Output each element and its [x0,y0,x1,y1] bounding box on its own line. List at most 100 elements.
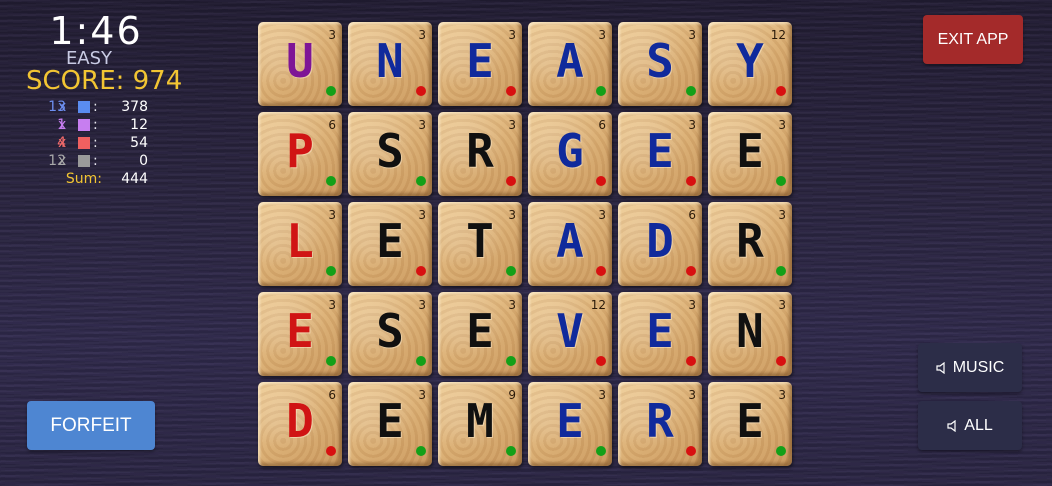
tile-status-dot [686,176,696,186]
letter-tile[interactable]: A3 [528,202,612,286]
stat-multiplier: x [58,153,67,169]
letter-tile[interactable]: R3 [438,112,522,196]
stat-value: 54 [130,135,148,151]
letter-tile[interactable]: L3 [258,202,342,286]
all-label: ALL [964,416,993,434]
stat-colon: : [93,99,98,115]
letter-tile[interactable]: R3 [708,202,792,286]
letter-tile[interactable]: E3 [438,292,522,376]
tile-status-dot [776,356,786,366]
tile-status-dot [416,176,426,186]
tile-points: 6 [328,388,336,402]
tile-status-dot [686,356,696,366]
letter-tile[interactable]: E3 [258,292,342,376]
tile-status-dot [686,86,696,96]
tile-points: 3 [418,298,426,312]
letter-tile[interactable]: G6 [528,112,612,196]
letter-tile[interactable]: R3 [618,382,702,466]
tile-status-dot [776,86,786,96]
letter-tile[interactable]: D6 [618,202,702,286]
letter-tile[interactable]: S3 [348,292,432,376]
tile-points: 6 [328,118,336,132]
stat-row-gray: 12 x : 0 [20,152,150,170]
tile-points: 3 [508,208,516,222]
all-sound-toggle-button[interactable]: ALL [918,401,1022,450]
tile-status-dot [596,176,606,186]
letter-tile[interactable]: A3 [528,22,612,106]
stat-row-blue: 13 x : 378 [20,98,150,116]
tile-points: 3 [778,298,786,312]
tile-points: 3 [508,118,516,132]
tile-points: 3 [508,28,516,42]
tile-status-dot [416,266,426,276]
letter-tile[interactable]: S3 [348,112,432,196]
stat-value: 0 [139,153,148,169]
tile-points: 12 [590,298,606,312]
tile-points: 3 [688,118,696,132]
tile-status-dot [506,266,516,276]
tile-points: 9 [508,388,516,402]
stat-multiplier: x [58,99,67,115]
letter-tile[interactable]: V 12 [528,292,612,376]
tile-points: 3 [778,118,786,132]
letter-tile[interactable]: E3 [708,112,792,196]
stat-colon: : [93,135,98,151]
tile-points: 12 [770,28,786,42]
color-swatch-purple [78,119,90,131]
letter-tile[interactable]: E3 [708,382,792,466]
exit-app-label: EXIT APP [937,30,1009,48]
stat-row-purple: 1 x : 12 [20,116,150,134]
sum-value: 444 [121,171,148,187]
letter-tile[interactable]: N3 [708,292,792,376]
tile-points: 6 [688,208,696,222]
stat-row-red: 4 x : 54 [20,134,150,152]
tile-status-dot [596,446,606,456]
letter-tile[interactable]: D6 [258,382,342,466]
tile-status-dot [326,446,336,456]
tile-points: 3 [328,298,336,312]
letter-tile[interactable]: E3 [438,22,522,106]
letter-tile[interactable]: Y 12 [708,22,792,106]
letter-tile[interactable]: U3 [258,22,342,106]
letter-tile[interactable]: E3 [618,112,702,196]
tile-status-dot [596,266,606,276]
exit-app-button[interactable]: EXIT APP [923,15,1023,64]
music-toggle-button[interactable]: MUSIC [918,343,1022,392]
forfeit-button[interactable]: FORFEIT [27,401,155,450]
tile-points: 3 [688,298,696,312]
tile-points: 3 [418,118,426,132]
letter-tile[interactable]: E3 [618,292,702,376]
score-breakdown: 13 x : 378 1 x : 12 4 x : 54 12 x : 0 Su… [20,98,150,188]
stat-multiplier: x [58,117,67,133]
letter-tile[interactable]: T3 [438,202,522,286]
tile-points: 3 [778,208,786,222]
letter-tile[interactable]: S3 [618,22,702,106]
tile-points: 3 [418,208,426,222]
stat-colon: : [93,117,98,133]
tile-points: 3 [688,388,696,402]
speaker-icon [947,419,956,432]
tile-points: 6 [598,118,606,132]
tile-status-dot [326,86,336,96]
tile-status-dot [596,356,606,366]
tile-points: 3 [418,388,426,402]
letter-tile[interactable]: E3 [528,382,612,466]
tile-points: 3 [598,208,606,222]
speaker-icon [936,361,945,374]
music-label: MUSIC [952,358,1005,376]
tile-status-dot [416,86,426,96]
letter-tile[interactable]: P6 [258,112,342,196]
tile-points: 3 [418,28,426,42]
tile-points: 3 [328,28,336,42]
letter-tile[interactable]: M9 [438,382,522,466]
tile-points: 3 [778,388,786,402]
letter-tile[interactable]: E3 [348,382,432,466]
tile-points: 3 [688,28,696,42]
letter-tile[interactable]: N3 [348,22,432,106]
letter-tile[interactable]: E3 [348,202,432,286]
tile-status-dot [506,356,516,366]
color-swatch-blue [78,101,90,113]
tile-status-dot [326,176,336,186]
stat-value: 378 [121,99,148,115]
letter-board: U 3 N 3 E 3 A 3 S 3 Y 12 P 6 S 3 R 3 G 6 E 3 E 3 L 3 E 3 T 3 A 3 D 6 R 3 E 3 S… [258,22,798,472]
